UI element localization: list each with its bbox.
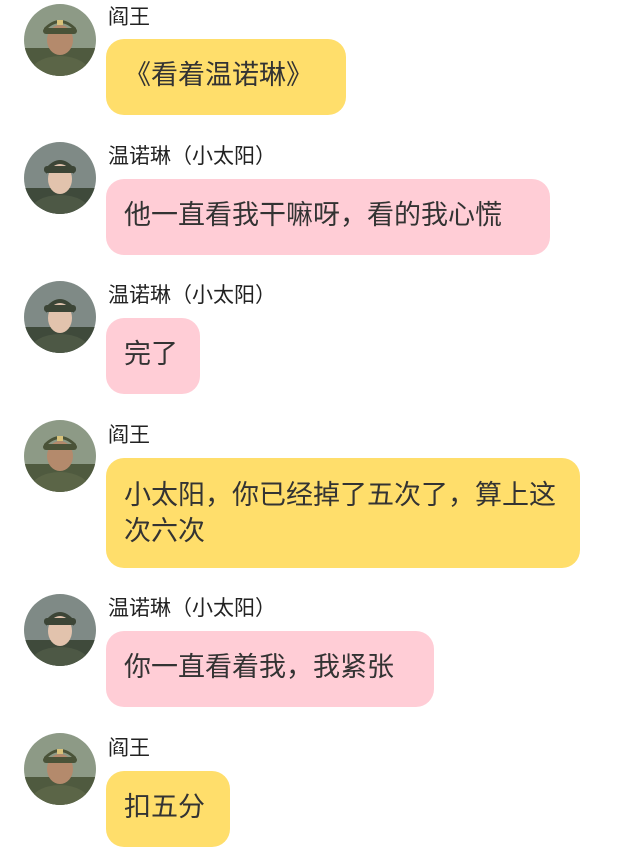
soldier-male-avatar[interactable] bbox=[24, 733, 96, 805]
soldier-female-avatar[interactable] bbox=[24, 142, 96, 214]
message-bubble[interactable]: 你一直看着我，我紧张 bbox=[106, 631, 434, 707]
sender-name: 温诺琳（小太阳） bbox=[108, 596, 276, 620]
soldier-female-avatar[interactable] bbox=[24, 594, 96, 666]
soldier-male-avatar[interactable] bbox=[24, 4, 96, 76]
sender-name: 温诺琳（小太阳） bbox=[108, 144, 276, 168]
message-bubble[interactable]: 他一直看我干嘛呀，看的我心慌 bbox=[106, 179, 550, 255]
message-bubble[interactable]: 完了 bbox=[106, 318, 200, 394]
sender-name: 温诺琳（小太阳） bbox=[108, 283, 276, 307]
soldier-female-avatar[interactable] bbox=[24, 281, 96, 353]
sender-name: 阎王 bbox=[108, 5, 150, 29]
message-bubble[interactable]: 扣五分 bbox=[106, 771, 230, 847]
soldier-male-avatar[interactable] bbox=[24, 420, 96, 492]
sender-name: 阎王 bbox=[108, 736, 150, 760]
message-bubble[interactable]: 《看着温诺琳》 bbox=[106, 39, 346, 115]
sender-name: 阎王 bbox=[108, 423, 150, 447]
message-bubble[interactable]: 小太阳，你已经掉了五次了，算上这次六次 bbox=[106, 458, 580, 568]
